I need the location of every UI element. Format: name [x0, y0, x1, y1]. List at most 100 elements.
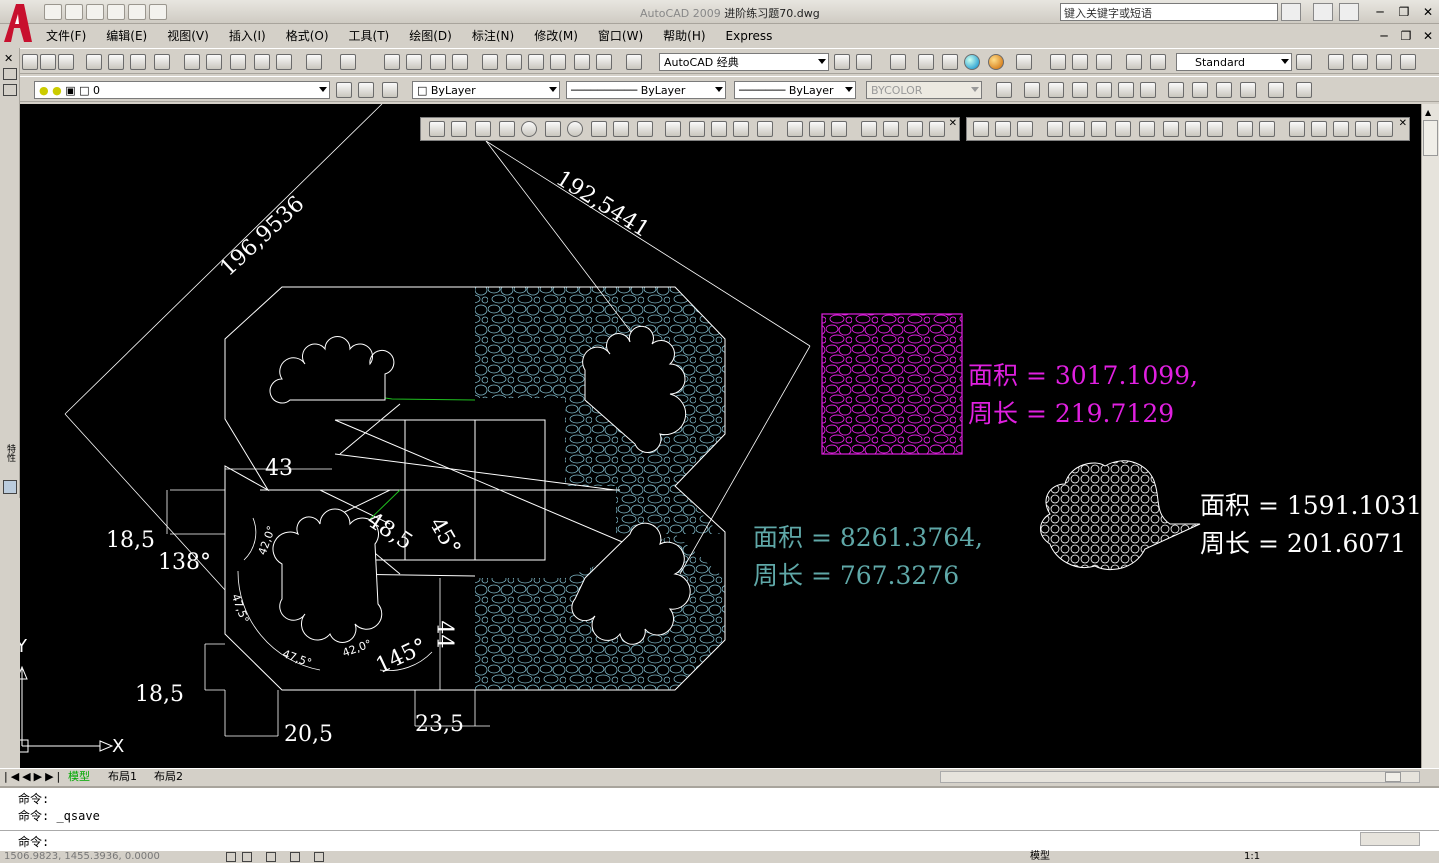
dim-18-5-bottom[interactable]: 18,5	[135, 682, 184, 707]
menu-format[interactable]: 格式(O)	[276, 26, 339, 46]
menu-dimension[interactable]: 标注(N)	[462, 26, 524, 46]
conceptual-icon[interactable]	[988, 54, 1004, 70]
menu-help[interactable]: 帮助(H)	[653, 26, 715, 46]
menu-view[interactable]: 视图(V)	[157, 26, 219, 46]
sweep-icon[interactable]	[711, 121, 727, 137]
dim-20-5[interactable]: 20,5	[284, 722, 333, 747]
justify-text-icon[interactable]	[1400, 54, 1416, 70]
cyan-area-text[interactable]: 面积 = 8261.3764,	[753, 518, 983, 554]
zoom-realtime-icon[interactable]	[406, 54, 422, 70]
extrude-icon[interactable]	[665, 121, 681, 137]
open-file-icon[interactable]	[40, 54, 56, 70]
manage-styles-icon[interactable]	[1016, 54, 1032, 70]
close-solid-edit-toolbar-icon[interactable]: ✕	[1399, 118, 1407, 129]
palette-autohide-icon[interactable]	[3, 68, 17, 80]
plot-preview-icon[interactable]	[108, 54, 124, 70]
text-style-manager-icon[interactable]	[1296, 54, 1312, 70]
close-button[interactable]: ✕	[1419, 4, 1437, 20]
dim-43[interactable]: 43	[265, 456, 293, 481]
dim-138deg[interactable]: 138°	[158, 550, 211, 575]
sheet-set-icon[interactable]	[550, 54, 566, 70]
save-file-icon[interactable]	[58, 54, 74, 70]
helix-icon[interactable]	[613, 121, 629, 137]
zoom-window-icon[interactable]	[430, 54, 446, 70]
match-properties-icon[interactable]	[254, 54, 270, 70]
polar-icon[interactable]	[290, 852, 300, 862]
search-input[interactable]: 键入关键字或短语	[1060, 3, 1278, 21]
polyline-icon[interactable]	[1096, 54, 1112, 70]
command-prompt[interactable]: 命令:	[18, 833, 49, 850]
tab-layout2[interactable]: 布局2	[154, 770, 183, 784]
revcloud-icon[interactable]	[1150, 54, 1166, 70]
3d-move-icon[interactable]	[861, 121, 877, 137]
close-palette-icon[interactable]: ✕	[4, 52, 13, 65]
scroll-up-icon[interactable]: ▲	[1425, 108, 1431, 117]
plot-icon[interactable]	[86, 54, 102, 70]
horizontal-scrollbar[interactable]	[940, 771, 1420, 783]
ne-iso-icon[interactable]	[1216, 82, 1232, 98]
wedge-icon[interactable]	[475, 121, 491, 137]
layer-dropdown[interactable]: ● ● ▣ □ 0	[34, 81, 330, 99]
text-style-dropdown[interactable]: Standard	[1176, 53, 1292, 71]
abc-spell-icon[interactable]	[1328, 54, 1344, 70]
fillet-icon[interactable]	[1126, 54, 1142, 70]
orbit-icon[interactable]	[1296, 82, 1312, 98]
palette-properties-icon[interactable]	[3, 84, 17, 96]
layer-states-icon[interactable]	[382, 82, 398, 98]
ortho-icon[interactable]	[266, 852, 276, 862]
visual-style-icon[interactable]	[890, 54, 906, 70]
menu-express[interactable]: Express	[716, 26, 783, 46]
annotation-scale[interactable]: 1:1	[1244, 851, 1260, 863]
menu-insert[interactable]: 插入(I)	[219, 26, 276, 46]
intersect-icon[interactable]	[831, 121, 847, 137]
planar-surface-icon[interactable]	[637, 121, 653, 137]
model-space-label[interactable]: 模型	[1030, 851, 1050, 863]
copy-icon[interactable]	[206, 54, 222, 70]
cylinder-icon[interactable]	[545, 121, 561, 137]
pan-icon[interactable]	[384, 54, 400, 70]
cut-icon[interactable]	[184, 54, 200, 70]
make-current-layer-icon[interactable]	[336, 82, 352, 98]
favorites-icon[interactable]	[1339, 3, 1359, 21]
3d-array-icon[interactable]	[929, 121, 945, 137]
arc-icon[interactable]	[1050, 54, 1066, 70]
menu-modify[interactable]: 修改(M)	[524, 26, 588, 46]
3d-dwf-icon[interactable]	[154, 54, 170, 70]
workspace-dropdown[interactable]: AutoCAD 经典	[659, 53, 829, 71]
close-modeling-toolbar-icon[interactable]: ✕	[949, 118, 957, 129]
restore-button[interactable]: ❐	[1395, 4, 1413, 20]
box-icon[interactable]	[451, 121, 467, 137]
clean-icon[interactable]	[1311, 121, 1327, 137]
rotate-faces-icon[interactable]	[1139, 121, 1155, 137]
spline-icon[interactable]	[1072, 54, 1088, 70]
copy-edges-icon[interactable]	[1237, 121, 1253, 137]
block-editor-icon[interactable]	[276, 54, 292, 70]
tab-model[interactable]: 模型	[68, 770, 90, 784]
union-icon[interactable]	[787, 121, 803, 137]
open-icon[interactable]	[65, 4, 83, 20]
color-faces-icon[interactable]	[1207, 121, 1223, 137]
workspace-settings-icon[interactable]	[834, 54, 850, 70]
search-icon[interactable]	[1281, 3, 1301, 21]
design-center-icon[interactable]	[506, 54, 522, 70]
delete-faces-icon[interactable]	[1115, 121, 1131, 137]
magenta-area-text[interactable]: 面积 = 3017.1099,	[968, 356, 1198, 392]
help-icon[interactable]	[626, 54, 642, 70]
tab-layout1[interactable]: 布局1	[108, 770, 137, 784]
doc-restore-button[interactable]: ❐	[1397, 28, 1415, 44]
realistic-icon[interactable]	[964, 54, 980, 70]
hscroll-thumb[interactable]	[1385, 772, 1401, 782]
sw-iso-icon[interactable]	[1168, 82, 1184, 98]
osnap-icon[interactable]	[314, 852, 324, 862]
presspull-icon[interactable]	[689, 121, 705, 137]
bottom-view-icon[interactable]	[1048, 82, 1064, 98]
publish-icon[interactable]	[130, 54, 146, 70]
markup-icon[interactable]	[574, 54, 590, 70]
3d-rotate-icon[interactable]	[883, 121, 899, 137]
top-view-icon[interactable]	[1024, 82, 1040, 98]
snap-icon[interactable]	[226, 852, 236, 862]
communication-center-icon[interactable]	[1313, 3, 1333, 21]
toolbar-lock-icon[interactable]	[856, 54, 872, 70]
color-dropdown[interactable]: □ ByLayer	[412, 81, 560, 99]
coordinate-readout[interactable]: 1506.9823, 1455.3936, 0.0000	[4, 851, 160, 863]
